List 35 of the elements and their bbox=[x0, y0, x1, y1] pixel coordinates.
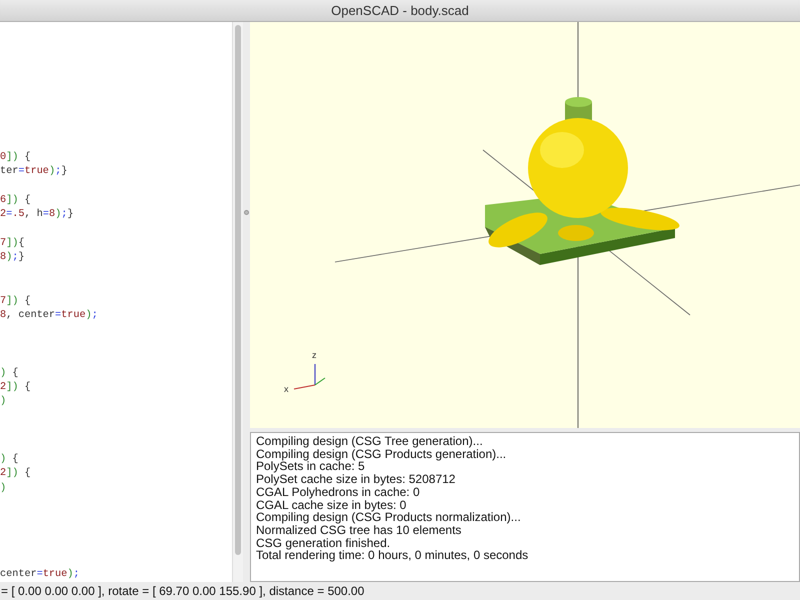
axis-label: z bbox=[312, 350, 316, 360]
code-line: 6]) { bbox=[0, 194, 32, 208]
code-line: ) bbox=[0, 395, 8, 410]
console-line: Compiling design (CSG Tree generation)... bbox=[256, 435, 484, 448]
console-line: CGAL cache size in bytes: 0 bbox=[256, 498, 408, 512]
console-line: CGAL Polyhedrons in cache: 0 bbox=[256, 486, 421, 499]
console-line: CSG generation finished. bbox=[256, 536, 390, 550]
code-line: 2]) { bbox=[0, 380, 32, 395]
3d-viewport[interactable]: z x bbox=[250, 22, 800, 428]
window-title: OpenSCAD - body.scad bbox=[331, 2, 469, 20]
status-text: = [ 0.00 0.00 0.00 ], rotate = [ 69.70 0.00 155.90 ], distance = 500.00 bbox=[1, 584, 364, 598]
code-line: ) { bbox=[0, 366, 20, 381]
code-line: ) bbox=[0, 482, 8, 496]
code-line: 2]) { bbox=[0, 467, 32, 482]
code-line: 8);} bbox=[0, 251, 26, 266]
axis-label: x bbox=[284, 384, 288, 394]
console-line: Compiling design (CSG Products generation)... bbox=[256, 448, 508, 460]
console-line: PolySet cache size in bytes: 5208712 bbox=[256, 473, 456, 486]
code-line: center=true); bbox=[0, 568, 81, 582]
code-line: 8, center=true); bbox=[0, 309, 99, 324]
axes-gizmo-icon bbox=[294, 364, 326, 390]
code-line: 7]){ bbox=[0, 237, 26, 252]
console-line: Compiling design (CSG Products normalization)... bbox=[256, 511, 522, 524]
code-line: 7]) { bbox=[0, 294, 32, 309]
console-line: PolySets in cache: 5 bbox=[256, 460, 365, 474]
splitter-handle-icon[interactable] bbox=[244, 210, 249, 214]
console-line: Total rendering time: 0 hours, 0 minutes, 0 seconds bbox=[256, 549, 530, 562]
console-line: Normalized CSG tree has 10 elements bbox=[256, 524, 462, 537]
scrollbar[interactable] bbox=[232, 22, 243, 582]
scrollbar-thumb[interactable] bbox=[235, 25, 241, 555]
code-line: 2=.5, h=8);} bbox=[0, 208, 74, 222]
code-line: 0]) { bbox=[0, 150, 32, 165]
code-line: ter=true);} bbox=[0, 165, 68, 180]
code-line: ) { bbox=[0, 452, 20, 467]
code-editor[interactable]: 0]) { ter=true);} 6]) { 2=.5, h=8);} 7]){ 8);} 7]) { 8, center=true); ) { 2]) { ) ) { 2]) { ) center=true); bbox=[0, 22, 232, 582]
